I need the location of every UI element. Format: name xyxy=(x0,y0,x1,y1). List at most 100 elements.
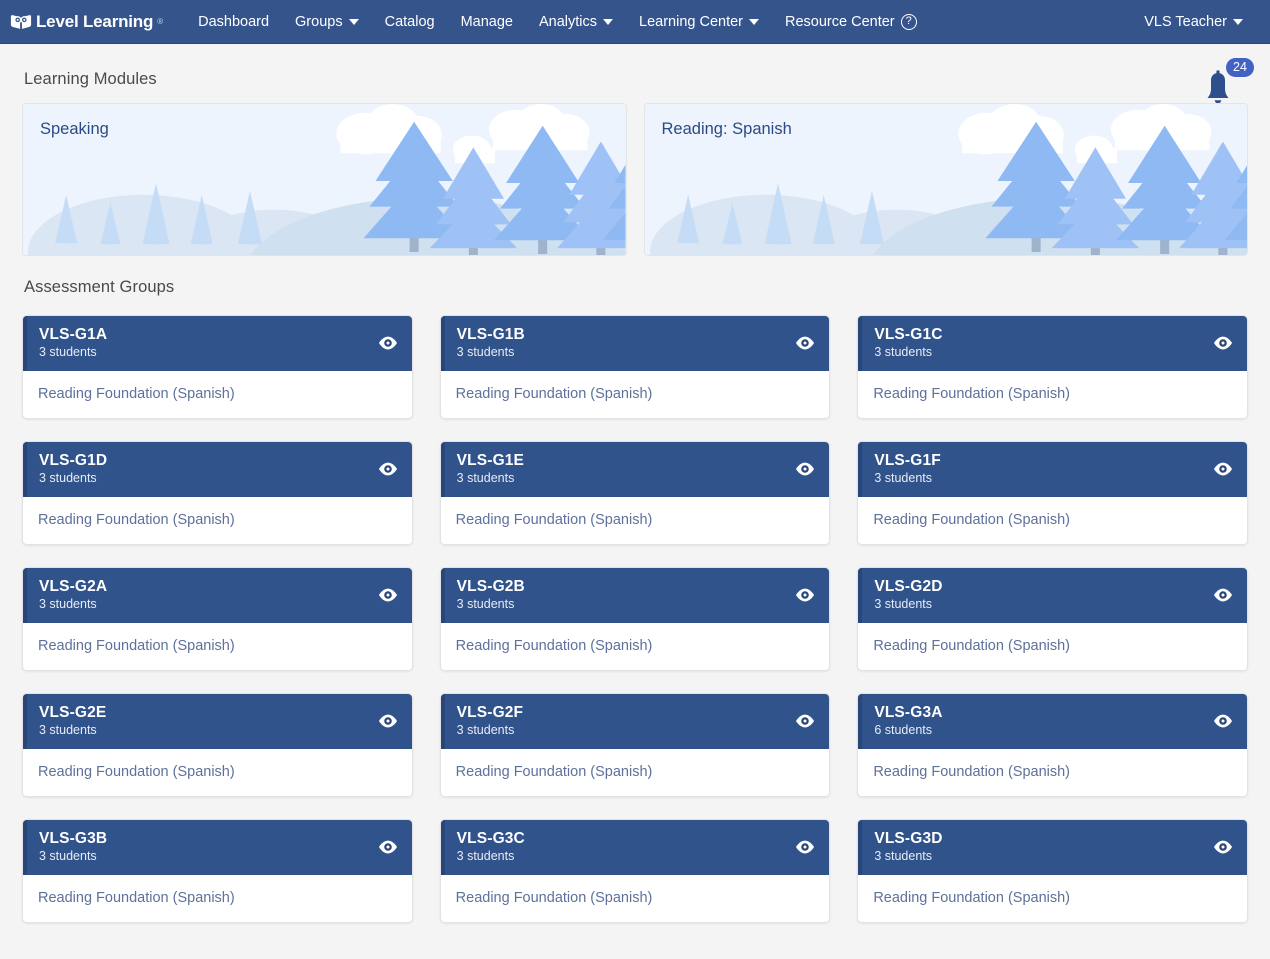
nav-item-manage[interactable]: Manage xyxy=(448,8,526,36)
group-module-link[interactable]: Reading Foundation (Spanish) xyxy=(873,638,1070,654)
assessment-group-card-vls-g2a[interactable]: VLS-G2A 3 students Reading Foundation (S… xyxy=(22,567,413,671)
nav-right-group: VLS Teacher xyxy=(1131,8,1256,36)
group-card-header[interactable]: VLS-G2F 3 students xyxy=(440,694,830,749)
group-card-body: Reading Foundation (Spanish) xyxy=(440,497,830,544)
group-card-header[interactable]: VLS-G3A 6 students xyxy=(858,694,1247,749)
eye-icon[interactable] xyxy=(1212,836,1234,858)
nav-item-dashboard[interactable]: Dashboard xyxy=(185,8,282,36)
assessment-group-card-vls-g2e[interactable]: VLS-G2E 3 students Reading Foundation (S… xyxy=(22,693,413,797)
assessment-group-card-vls-g1e[interactable]: VLS-G1E 3 students Reading Foundation (S… xyxy=(439,441,831,545)
notification-count-badge: 24 xyxy=(1226,58,1254,77)
group-card-header-texts: VLS-G3C 3 students xyxy=(457,830,525,864)
group-card-header[interactable]: VLS-G1A 3 students xyxy=(23,316,412,371)
assessment-group-card-vls-g3d[interactable]: VLS-G3D 3 students Reading Foundation (S… xyxy=(857,819,1248,923)
assessment-group-card-vls-g3a[interactable]: VLS-G3A 6 students Reading Foundation (S… xyxy=(857,693,1248,797)
group-student-count: 3 students xyxy=(39,723,97,737)
group-name: VLS-G3C xyxy=(456,830,525,847)
group-card-header[interactable]: VLS-G2D 3 students xyxy=(858,568,1247,623)
module-card-speaking[interactable]: Speaking xyxy=(22,103,627,256)
group-card-header-texts: VLS-G2D 3 students xyxy=(874,578,942,612)
assessment-group-card-vls-g3c[interactable]: VLS-G3C 3 students Reading Foundation (S… xyxy=(439,819,831,923)
assessment-group-card-vls-g3b[interactable]: VLS-G3B 3 students Reading Foundation (S… xyxy=(22,819,413,923)
group-name: VLS-G1F xyxy=(874,452,941,469)
assessment-groups-title: Assessment Groups xyxy=(24,278,175,296)
eye-icon[interactable] xyxy=(794,836,816,858)
group-name: VLS-G1E xyxy=(456,452,525,469)
module-card-reading-spanish[interactable]: Reading: Spanish xyxy=(643,103,1248,256)
group-card-header[interactable]: VLS-G1B 3 students xyxy=(440,316,830,371)
assessment-group-card-vls-g2b[interactable]: VLS-G2B 3 students Reading Foundation (S… xyxy=(439,567,831,671)
assessment-group-card-vls-g1f[interactable]: VLS-G1F 3 students Reading Foundation (S… xyxy=(857,441,1248,545)
eye-icon[interactable] xyxy=(377,458,399,480)
nav-item-analytics[interactable]: Analytics xyxy=(526,8,626,36)
nav-item-catalog[interactable]: Catalog xyxy=(372,8,448,36)
group-name: VLS-G2F xyxy=(456,704,524,721)
group-module-link[interactable]: Reading Foundation (Spanish) xyxy=(456,890,653,906)
group-module-link[interactable]: Reading Foundation (Spanish) xyxy=(38,386,235,402)
group-module-link[interactable]: Reading Foundation (Spanish) xyxy=(38,764,235,780)
assessment-group-card-vls-g1a[interactable]: VLS-G1A 3 students Reading Foundation (S… xyxy=(22,315,413,419)
group-module-link[interactable]: Reading Foundation (Spanish) xyxy=(873,512,1070,528)
eye-icon[interactable] xyxy=(377,836,399,858)
assessment-group-card-vls-g2d[interactable]: VLS-G2D 3 students Reading Foundation (S… xyxy=(857,567,1248,671)
brand-logo-link[interactable]: Level Learning ® xyxy=(10,12,163,32)
group-card-header[interactable]: VLS-G1E 3 students xyxy=(440,442,830,497)
group-card-header[interactable]: VLS-G1F 3 students xyxy=(858,442,1247,497)
group-card-header[interactable]: VLS-G3C 3 students xyxy=(440,820,830,875)
nav-item-groups[interactable]: Groups xyxy=(282,8,372,36)
eye-icon[interactable] xyxy=(377,710,399,732)
group-card-header-texts: VLS-G2F 3 students xyxy=(457,704,524,738)
group-name: VLS-G3A xyxy=(874,704,943,721)
brand-trademark: ® xyxy=(157,17,164,26)
nav-label: Learning Center xyxy=(639,13,744,30)
group-card-header[interactable]: VLS-G3D 3 students xyxy=(858,820,1247,875)
eye-icon[interactable] xyxy=(794,710,816,732)
group-card-header[interactable]: VLS-G1C 3 students xyxy=(858,316,1247,371)
group-card-header[interactable]: VLS-G2B 3 students xyxy=(440,568,830,623)
group-module-link[interactable]: Reading Foundation (Spanish) xyxy=(456,512,653,528)
assessment-group-card-vls-g1b[interactable]: VLS-G1B 3 students Reading Foundation (S… xyxy=(439,315,831,419)
group-card-header-texts: VLS-G1E 3 students xyxy=(457,452,524,486)
group-card-header[interactable]: VLS-G3B 3 students xyxy=(23,820,412,875)
brand-name: Level Learning xyxy=(36,11,154,31)
group-module-link[interactable]: Reading Foundation (Spanish) xyxy=(38,890,235,906)
group-student-count: 3 students xyxy=(874,597,933,611)
eye-icon[interactable] xyxy=(1212,584,1234,606)
group-module-link[interactable]: Reading Foundation (Spanish) xyxy=(873,386,1070,402)
user-menu-button[interactable]: VLS Teacher xyxy=(1131,8,1256,36)
nav-item-learning-center[interactable]: Learning Center xyxy=(626,8,772,36)
group-name: VLS-G2D xyxy=(874,578,943,595)
eye-icon[interactable] xyxy=(794,332,816,354)
group-card-header-texts: VLS-G3A 6 students xyxy=(874,704,942,738)
assessment-group-card-vls-g2f[interactable]: VLS-G2F 3 students Reading Foundation (S… xyxy=(439,693,831,797)
nav-label: Manage xyxy=(460,13,513,30)
eye-icon[interactable] xyxy=(1212,710,1234,732)
assessment-group-card-vls-g1d[interactable]: VLS-G1D 3 students Reading Foundation (S… xyxy=(22,441,413,545)
group-module-link[interactable]: Reading Foundation (Spanish) xyxy=(456,386,653,402)
eye-icon[interactable] xyxy=(1212,332,1234,354)
group-card-header[interactable]: VLS-G2E 3 students xyxy=(23,694,412,749)
module-card-title: Reading: Spanish xyxy=(661,120,792,138)
group-module-link[interactable]: Reading Foundation (Spanish) xyxy=(873,890,1070,906)
group-card-header[interactable]: VLS-G2A 3 students xyxy=(23,568,412,623)
chevron-down-icon xyxy=(749,19,760,25)
group-student-count: 3 students xyxy=(456,723,515,737)
eye-icon[interactable] xyxy=(1212,458,1234,480)
eye-icon[interactable] xyxy=(794,458,816,480)
group-card-header[interactable]: VLS-G1D 3 students xyxy=(23,442,412,497)
assessment-group-card-vls-g1c[interactable]: VLS-G1C 3 students Reading Foundation (S… xyxy=(857,315,1248,419)
group-module-link[interactable]: Reading Foundation (Spanish) xyxy=(873,764,1070,780)
group-module-link[interactable]: Reading Foundation (Spanish) xyxy=(456,764,653,780)
eye-icon[interactable] xyxy=(377,584,399,606)
group-module-link[interactable]: Reading Foundation (Spanish) xyxy=(456,638,653,654)
help-circle-icon[interactable]: ? xyxy=(900,13,917,30)
eye-icon[interactable] xyxy=(794,584,816,606)
group-card-body: Reading Foundation (Spanish) xyxy=(440,371,830,418)
group-module-link[interactable]: Reading Foundation (Spanish) xyxy=(38,512,235,528)
group-card-header-texts: VLS-G2B 3 students xyxy=(457,578,525,612)
eye-icon[interactable] xyxy=(377,332,399,354)
group-student-count: 6 students xyxy=(874,723,933,737)
nav-item-resource-center[interactable]: Resource Center ? xyxy=(772,8,930,36)
group-module-link[interactable]: Reading Foundation (Spanish) xyxy=(38,638,235,654)
group-name: VLS-G2E xyxy=(39,704,107,721)
